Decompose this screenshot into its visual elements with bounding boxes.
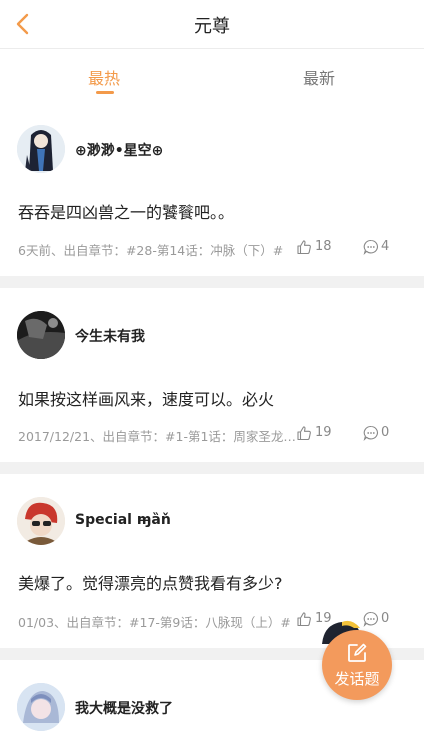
thumbs-up-icon[interactable] bbox=[296, 239, 312, 255]
thumbs-up-icon[interactable] bbox=[296, 425, 312, 441]
page-title: 元尊 bbox=[194, 16, 230, 37]
post-content: 美爆了。觉得漂亮的点赞我看有多少? bbox=[18, 574, 283, 593]
tab-new[interactable]: 最新 bbox=[303, 65, 335, 89]
username[interactable]: Special ɱ̶ȁň bbox=[75, 512, 171, 528]
comment-icon[interactable] bbox=[363, 239, 379, 255]
comment-count: 0 bbox=[381, 425, 390, 440]
tab-active-indicator bbox=[96, 91, 114, 94]
new-topic-label: 发话题 bbox=[334, 670, 380, 688]
top-bar: 元尊 bbox=[0, 0, 424, 49]
avatar[interactable] bbox=[17, 683, 65, 731]
avatar[interactable] bbox=[17, 497, 65, 545]
comment-count: 0 bbox=[381, 611, 390, 626]
tab-bar: 最热 最新 bbox=[0, 49, 424, 99]
post-meta: 2017/12/21、出自章节：#1-第1话：周家圣龙… bbox=[18, 429, 296, 444]
avatar[interactable] bbox=[17, 125, 65, 173]
post-content: 吞吞是四凶兽之一的饕餮吧。。 bbox=[18, 203, 235, 222]
username[interactable]: ⊕渺渺•星空⊕ bbox=[75, 140, 163, 160]
post-item[interactable]: ⊕渺渺•星空⊕ 吞吞是四凶兽之一的饕餮吧。。 6天前、出自章节：#28-第14话… bbox=[0, 100, 424, 276]
comment-icon[interactable] bbox=[363, 611, 379, 627]
username[interactable]: 今生未有我 bbox=[75, 326, 145, 346]
username[interactable]: 我大概是没救了 bbox=[75, 698, 173, 718]
post-item[interactable]: 今生未有我 如果按这样画风来，速度可以。必火 2017/12/21、出自章节：#… bbox=[0, 288, 424, 462]
post-content: 如果按这样画风来，速度可以。必火 bbox=[18, 390, 275, 409]
edit-icon bbox=[348, 643, 367, 662]
thumbs-up-icon[interactable] bbox=[296, 611, 312, 627]
post-meta: 6天前、出自章节：#28-第14话：冲脉（下）# bbox=[18, 243, 284, 258]
comment-count: 4 bbox=[381, 239, 390, 254]
new-topic-button[interactable]: 发话题 bbox=[322, 630, 392, 700]
comment-icon[interactable] bbox=[363, 425, 379, 441]
like-count: 18 bbox=[315, 239, 332, 254]
tab-hot[interactable]: 最热 bbox=[88, 65, 120, 89]
like-count: 19 bbox=[315, 425, 332, 440]
post-meta: 01/03、出自章节：#17-第9话：八脉现（上）# bbox=[18, 615, 291, 630]
avatar[interactable] bbox=[17, 311, 65, 359]
separator bbox=[0, 462, 424, 474]
separator bbox=[0, 276, 424, 288]
